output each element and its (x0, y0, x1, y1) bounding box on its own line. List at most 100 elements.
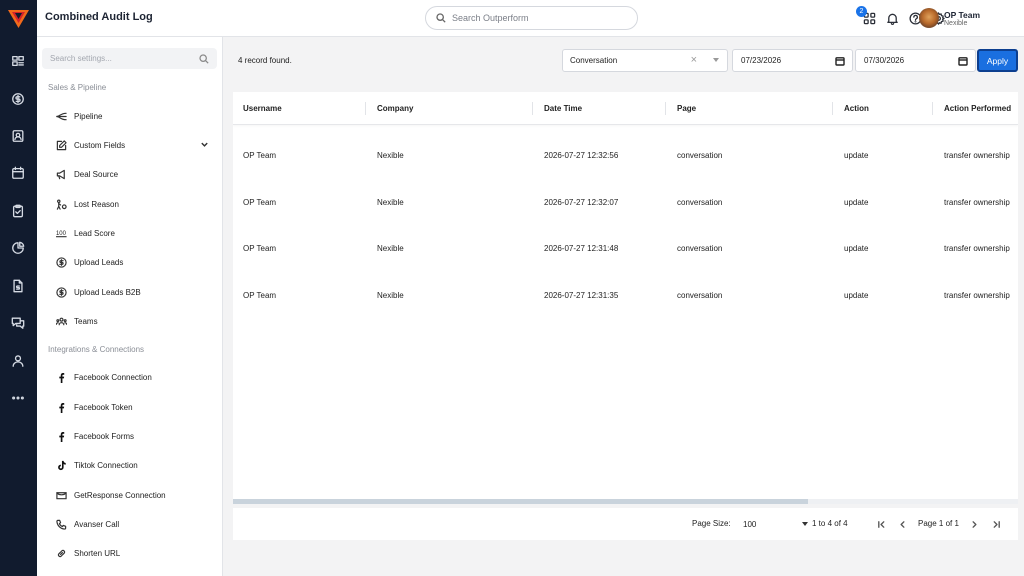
reports-pie-icon[interactable] (9, 239, 27, 257)
cell-company: Nexible (377, 291, 404, 300)
column-divider[interactable] (365, 102, 366, 115)
settings-panel: Sales & Pipeline Pipeline Custom Fields … (37, 37, 223, 576)
dollar-circle-icon (55, 286, 67, 298)
settings-search-input[interactable] (50, 54, 190, 63)
chevron-down-icon[interactable] (200, 140, 209, 149)
cell-page: conversation (677, 244, 723, 253)
settings-item-avanser-call[interactable]: Avanser Call (55, 514, 217, 534)
cell-action: update (844, 244, 869, 253)
cell-action: update (844, 198, 869, 207)
column-header-company[interactable]: Company (377, 104, 413, 113)
settings-item-custom-fields[interactable]: Custom Fields (55, 135, 217, 155)
settings-item-deal-source[interactable]: Deal Source (55, 164, 217, 184)
record-count: 4 record found. (238, 56, 292, 65)
messages-icon[interactable] (9, 314, 27, 332)
table-row[interactable]: OP Team Nexible 2026-07-27 12:32:56 conv… (233, 132, 1018, 179)
global-search-input[interactable] (452, 13, 622, 23)
contacts-icon[interactable] (9, 127, 27, 145)
user-name[interactable]: OP Team (944, 10, 980, 20)
date-to-field[interactable]: 07/30/2026 (855, 49, 976, 72)
apply-button[interactable]: Apply (977, 49, 1018, 72)
column-header-date-time[interactable]: Date Time (544, 104, 582, 113)
cell-action-performed: transfer ownership (944, 198, 1010, 207)
cell-company: Nexible (377, 198, 404, 207)
settings-item-lost-reason[interactable]: Lost Reason (55, 194, 217, 214)
more-icon[interactable] (9, 389, 27, 407)
facebook-icon (55, 371, 67, 383)
settings-item-upload-leads-b2b[interactable]: Upload Leads B2B (55, 282, 217, 302)
edit-icon (55, 139, 67, 151)
page-size-label: Page Size: (692, 519, 731, 528)
cell-date-time: 2026-07-27 12:31:35 (544, 291, 619, 300)
column-header-action[interactable]: Action (844, 104, 869, 113)
settings-item-facebook-token[interactable]: Facebook Token (55, 397, 217, 417)
cell-action: update (844, 151, 869, 160)
cell-date-time: 2026-07-27 12:32:56 (544, 151, 619, 160)
column-header-page[interactable]: Page (677, 104, 696, 113)
link-icon (55, 547, 67, 559)
table-row[interactable]: OP Team Nexible 2026-07-27 12:31:35 conv… (233, 272, 1018, 319)
search-icon (436, 13, 446, 23)
calendar-icon[interactable] (835, 56, 845, 66)
dropdown-arrow-icon[interactable] (802, 522, 808, 526)
page-size-value: 100 (743, 519, 757, 529)
settings-item-upload-leads[interactable]: Upload Leads (55, 252, 217, 272)
dashboard-icon[interactable] (9, 52, 27, 70)
search-icon (199, 53, 209, 64)
global-search[interactable] (425, 6, 638, 30)
column-header-username[interactable]: Username (243, 104, 282, 113)
settings-item-pipeline[interactable]: Pipeline (55, 106, 217, 126)
column-divider[interactable] (665, 102, 666, 115)
settings-item-facebook-connection[interactable]: Facebook Connection (55, 367, 217, 387)
getresponse-icon (55, 489, 67, 501)
cell-company: Nexible (377, 244, 404, 253)
table-row[interactable]: OP Team Nexible 2026-07-27 12:31:48 conv… (233, 225, 1018, 272)
settings-item-shorten-url[interactable]: Shorten URL (55, 543, 217, 563)
previous-page-icon[interactable] (896, 518, 908, 530)
next-page-icon[interactable] (968, 518, 980, 530)
settings-item-facebook-forms[interactable]: Facebook Forms (55, 426, 217, 446)
cell-date-time: 2026-07-27 12:32:07 (544, 198, 619, 207)
last-page-icon[interactable] (990, 518, 1002, 530)
cell-page: conversation (677, 291, 723, 300)
cell-action-performed: transfer ownership (944, 244, 1010, 253)
cell-company: Nexible (377, 151, 404, 160)
page-size-select[interactable]: 100 (741, 515, 814, 533)
column-divider[interactable] (532, 102, 533, 115)
dollar-icon[interactable] (9, 90, 27, 108)
settings-item-tiktok-connection[interactable]: Tiktok Connection (55, 455, 217, 475)
outperform-logo-icon[interactable] (8, 10, 29, 28)
calendar-icon[interactable] (9, 164, 27, 182)
calendar-icon[interactable] (958, 56, 968, 66)
column-divider[interactable] (832, 102, 833, 115)
cell-date-time: 2026-07-27 12:31:48 (544, 244, 619, 253)
horizontal-scrollbar[interactable] (233, 499, 1018, 504)
phone-icon (55, 518, 67, 530)
first-page-icon[interactable] (875, 518, 887, 530)
scrollbar-thumb[interactable] (233, 499, 808, 504)
team-users-icon[interactable] (9, 352, 27, 370)
settings-item-getresponse-connection[interactable]: GetResponse Connection (55, 485, 217, 505)
settings-search[interactable] (42, 48, 217, 69)
lost-reason-icon (55, 198, 67, 210)
column-divider[interactable] (932, 102, 933, 115)
page-filter-value: Conversation (570, 56, 618, 65)
cell-username: OP Team (243, 151, 277, 160)
invoice-icon[interactable] (9, 277, 27, 295)
dropdown-arrow-icon[interactable] (713, 58, 719, 62)
tasks-icon[interactable] (9, 202, 27, 220)
column-header-action-performed[interactable]: Action Performed (944, 104, 1011, 113)
cell-page: conversation (677, 198, 723, 207)
page-info: Page 1 of 1 (918, 519, 959, 528)
table-row[interactable]: OP Team Nexible 2026-07-27 12:32:07 conv… (233, 179, 1018, 226)
cell-action-performed: transfer ownership (944, 291, 1010, 300)
date-from-field[interactable]: 07/23/2026 (732, 49, 853, 72)
clear-icon[interactable]: × (691, 54, 697, 66)
tiktok-icon (55, 459, 67, 471)
date-to-value: 07/30/2026 (864, 56, 905, 65)
settings-item-lead-score[interactable]: 100 Lead Score (55, 223, 217, 243)
page-filter-select[interactable]: Conversation × (562, 49, 728, 72)
bell-icon[interactable] (885, 11, 899, 25)
user-avatar[interactable] (919, 8, 939, 28)
settings-item-teams[interactable]: Teams (55, 311, 217, 331)
